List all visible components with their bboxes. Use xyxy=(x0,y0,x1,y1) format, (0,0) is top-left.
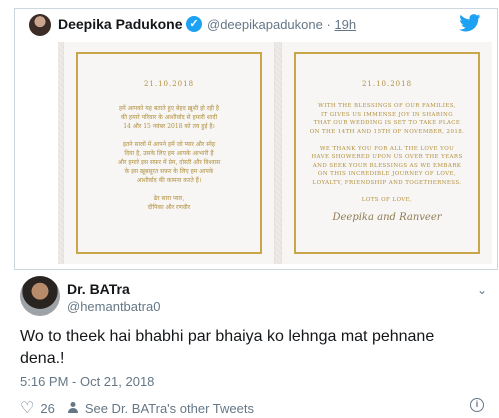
card-line: LOTS OF LOVE, xyxy=(361,196,413,203)
card-line: THAT OUR WEDDING IS SET TO TAKE PLACE xyxy=(313,120,461,126)
invitation-photo[interactable]: 21.10.2018 हमें आपको यह बताते हुए बेहद ख… xyxy=(58,42,492,264)
card-line xyxy=(308,136,466,145)
card-line xyxy=(94,185,244,194)
card-line: इतने सालों में आपने हमें जो प्यार और स्न… xyxy=(122,141,216,148)
quoted-time-ago[interactable]: 19h xyxy=(334,17,356,32)
english-invitation-card: 21.10.2018 WITH THE BLESSINGS OF OUR FAM… xyxy=(282,42,492,264)
card-line: हमें आपको यह बताते हुए बेहद ख़ुशी हो रही… xyxy=(118,105,220,112)
card-line: आशीर्वाद की कामना करते हैं। xyxy=(136,177,202,184)
quoted-author-avatar[interactable] xyxy=(29,14,51,36)
card-line: दिया है, उसके लिए हम आपके आभारी हैं xyxy=(124,150,214,157)
chevron-down-icon[interactable]: ⌄ xyxy=(477,283,487,297)
tweet-timestamp[interactable]: 5:16 PM - Oct 21, 2018 xyxy=(20,374,154,389)
card-line: IT GIVES US IMMENSE JOY IN SHARING xyxy=(320,111,454,118)
card-line: HAVE SHOWERED UPON US OVER THE YEARS xyxy=(311,154,463,160)
card-line: WITH THE BLESSINGS OF OUR FAMILIES, xyxy=(318,103,456,109)
card-line: की हमारे परिवार के आशीर्वाद से हमारी शाद… xyxy=(120,114,218,121)
twitter-bird-icon[interactable] xyxy=(459,14,481,37)
like-count[interactable]: 26 xyxy=(40,401,54,416)
right-card-text: WITH THE BLESSINGS OF OUR FAMILIES, IT GI… xyxy=(282,102,492,204)
card-line: ON THE 14TH AND 15TH OF NOVEMBER, 2018. xyxy=(309,128,465,135)
hindi-invitation-card: 21.10.2018 हमें आपको यह बताते हुए बेहद ख… xyxy=(64,42,274,264)
right-card-date: 21.10.2018 xyxy=(361,80,413,88)
author-handle[interactable]: @hemantbatra0 xyxy=(67,299,160,314)
left-card-date: 21.10.2018 xyxy=(143,80,195,88)
card-line: AND SEEK YOUR BLESSINGS AS WE EMBARK xyxy=(312,162,462,169)
signature: Deepika and Ranveer xyxy=(332,212,442,223)
card-line: LOYALTY, FRIENDSHIP AND TOGETHERNESS. xyxy=(312,179,462,186)
info-icon[interactable]: i xyxy=(470,398,484,412)
left-card-text: हमें आपको यह बताते हुए बेहद ख़ुशी हो रही… xyxy=(64,104,274,212)
card-line: 14 और 15 नवंबर 2018 को तय हुई है। xyxy=(123,123,215,130)
card-line: दीपिका और रणवीर xyxy=(147,204,191,211)
card-line: WE THANK YOU FOR ALL THE LOVE YOU xyxy=(319,145,455,152)
tweet-actions: ♡ 26 See Dr. BATra's other Tweets xyxy=(20,398,254,418)
verified-badge-icon: ✓ xyxy=(186,16,202,32)
quoted-author-handle[interactable]: @deepikapadukone · 19h xyxy=(207,17,356,32)
card-line: ON THIS INCREDIBLE JOURNEY OF LOVE, xyxy=(317,171,457,177)
quoted-handle-text: @deepikapadukone xyxy=(207,17,323,32)
separator-dot: · xyxy=(326,17,331,32)
author-name[interactable]: Dr. BATra xyxy=(67,281,130,297)
quoted-author-name[interactable]: Deepika Padukone xyxy=(58,16,183,32)
other-tweets-link[interactable]: See Dr. BATra's other Tweets xyxy=(85,401,254,416)
card-line xyxy=(308,187,466,196)
heart-icon[interactable]: ♡ xyxy=(20,398,34,418)
card-line: ढेर सारा प्यार, xyxy=(153,195,185,202)
person-icon xyxy=(67,401,79,416)
card-line: और हमारे इस सफ़र में प्रेम, दोस्ती और वि… xyxy=(117,159,221,166)
card-line xyxy=(94,131,244,140)
avatar[interactable] xyxy=(20,276,60,316)
tweet-text: Wo to theek hai bhabhi par bhaiya ko leh… xyxy=(20,328,435,367)
card-line: के इस ख़ूबसूरत सफ़र के लिए हम आपके xyxy=(124,168,214,175)
